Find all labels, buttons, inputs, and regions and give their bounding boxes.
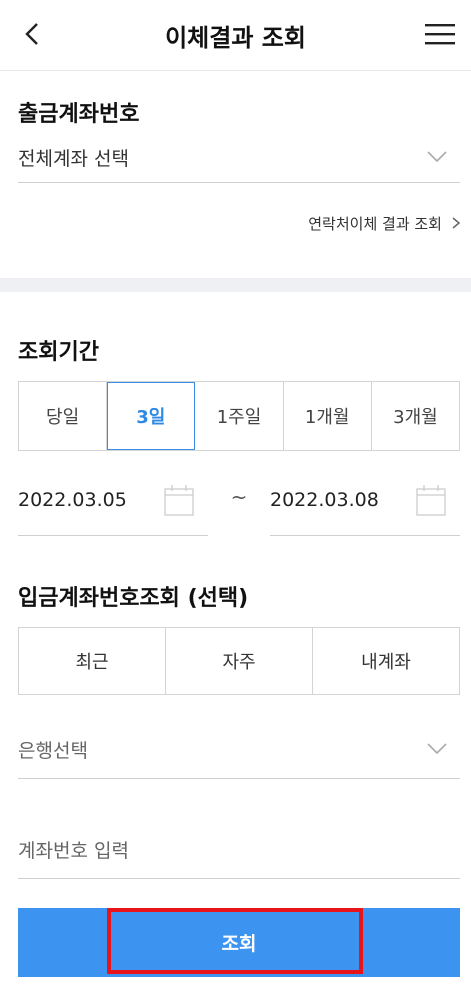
page-title: 이체결과 조회 <box>165 23 306 52</box>
menu-button[interactable] <box>418 12 462 56</box>
chevron-down-icon <box>427 743 447 755</box>
tab-recent[interactable]: 최근 <box>19 628 166 694</box>
period-title: 조회기간 <box>18 340 99 365</box>
period-option-1month[interactable]: 1개월 <box>284 382 372 450</box>
end-date-field[interactable]: 2022.03.08 <box>270 465 460 536</box>
period-option-3days[interactable]: 3일 <box>107 382 196 450</box>
tab-frequent[interactable]: 자주 <box>166 628 313 694</box>
deposit-account-title: 입금계좌번호조회 (선택) <box>18 586 249 611</box>
calendar-icon <box>416 485 446 516</box>
contact-link-label: 연락처이체 결과 조회 <box>308 214 442 233</box>
back-button[interactable] <box>10 12 54 56</box>
withdraw-account-value: 전체계좌 선택 <box>18 147 129 170</box>
tab-my-accounts[interactable]: 내계좌 <box>313 628 459 694</box>
period-selector: 당일 3일 1주일 1개월 3개월 <box>18 381 460 451</box>
bank-select[interactable]: 은행선택 <box>18 720 460 779</box>
chevron-left-icon <box>25 23 38 45</box>
start-date-field[interactable]: 2022.03.05 <box>18 465 208 536</box>
date-range-separator: ~ <box>230 485 248 509</box>
calendar-icon <box>164 485 194 516</box>
chevron-right-icon <box>452 217 461 229</box>
withdraw-account-title: 출금계좌번호 <box>18 102 140 127</box>
bank-select-placeholder: 은행선택 <box>18 739 88 762</box>
submit-label: 조회 <box>221 933 257 955</box>
period-option-today[interactable]: 당일 <box>19 382 108 450</box>
account-number-placeholder: 계좌번호 입력 <box>18 839 129 862</box>
account-number-input[interactable]: 계좌번호 입력 <box>18 820 460 879</box>
start-date-value: 2022.03.05 <box>18 489 127 511</box>
chevron-down-icon <box>427 151 447 163</box>
inquiry-submit-button[interactable]: 조회 <box>18 908 460 977</box>
period-option-1week[interactable]: 1주일 <box>195 382 284 450</box>
section-divider <box>0 278 471 292</box>
deposit-account-tabs: 최근 자주 내계좌 <box>18 627 460 695</box>
contact-transfer-result-link[interactable]: 연락처이체 결과 조회 <box>270 210 462 236</box>
withdraw-account-select[interactable]: 전체계좌 선택 <box>18 132 460 183</box>
hamburger-menu-icon <box>425 24 455 45</box>
period-option-3months[interactable]: 3개월 <box>372 382 459 450</box>
end-date-value: 2022.03.08 <box>270 489 379 511</box>
